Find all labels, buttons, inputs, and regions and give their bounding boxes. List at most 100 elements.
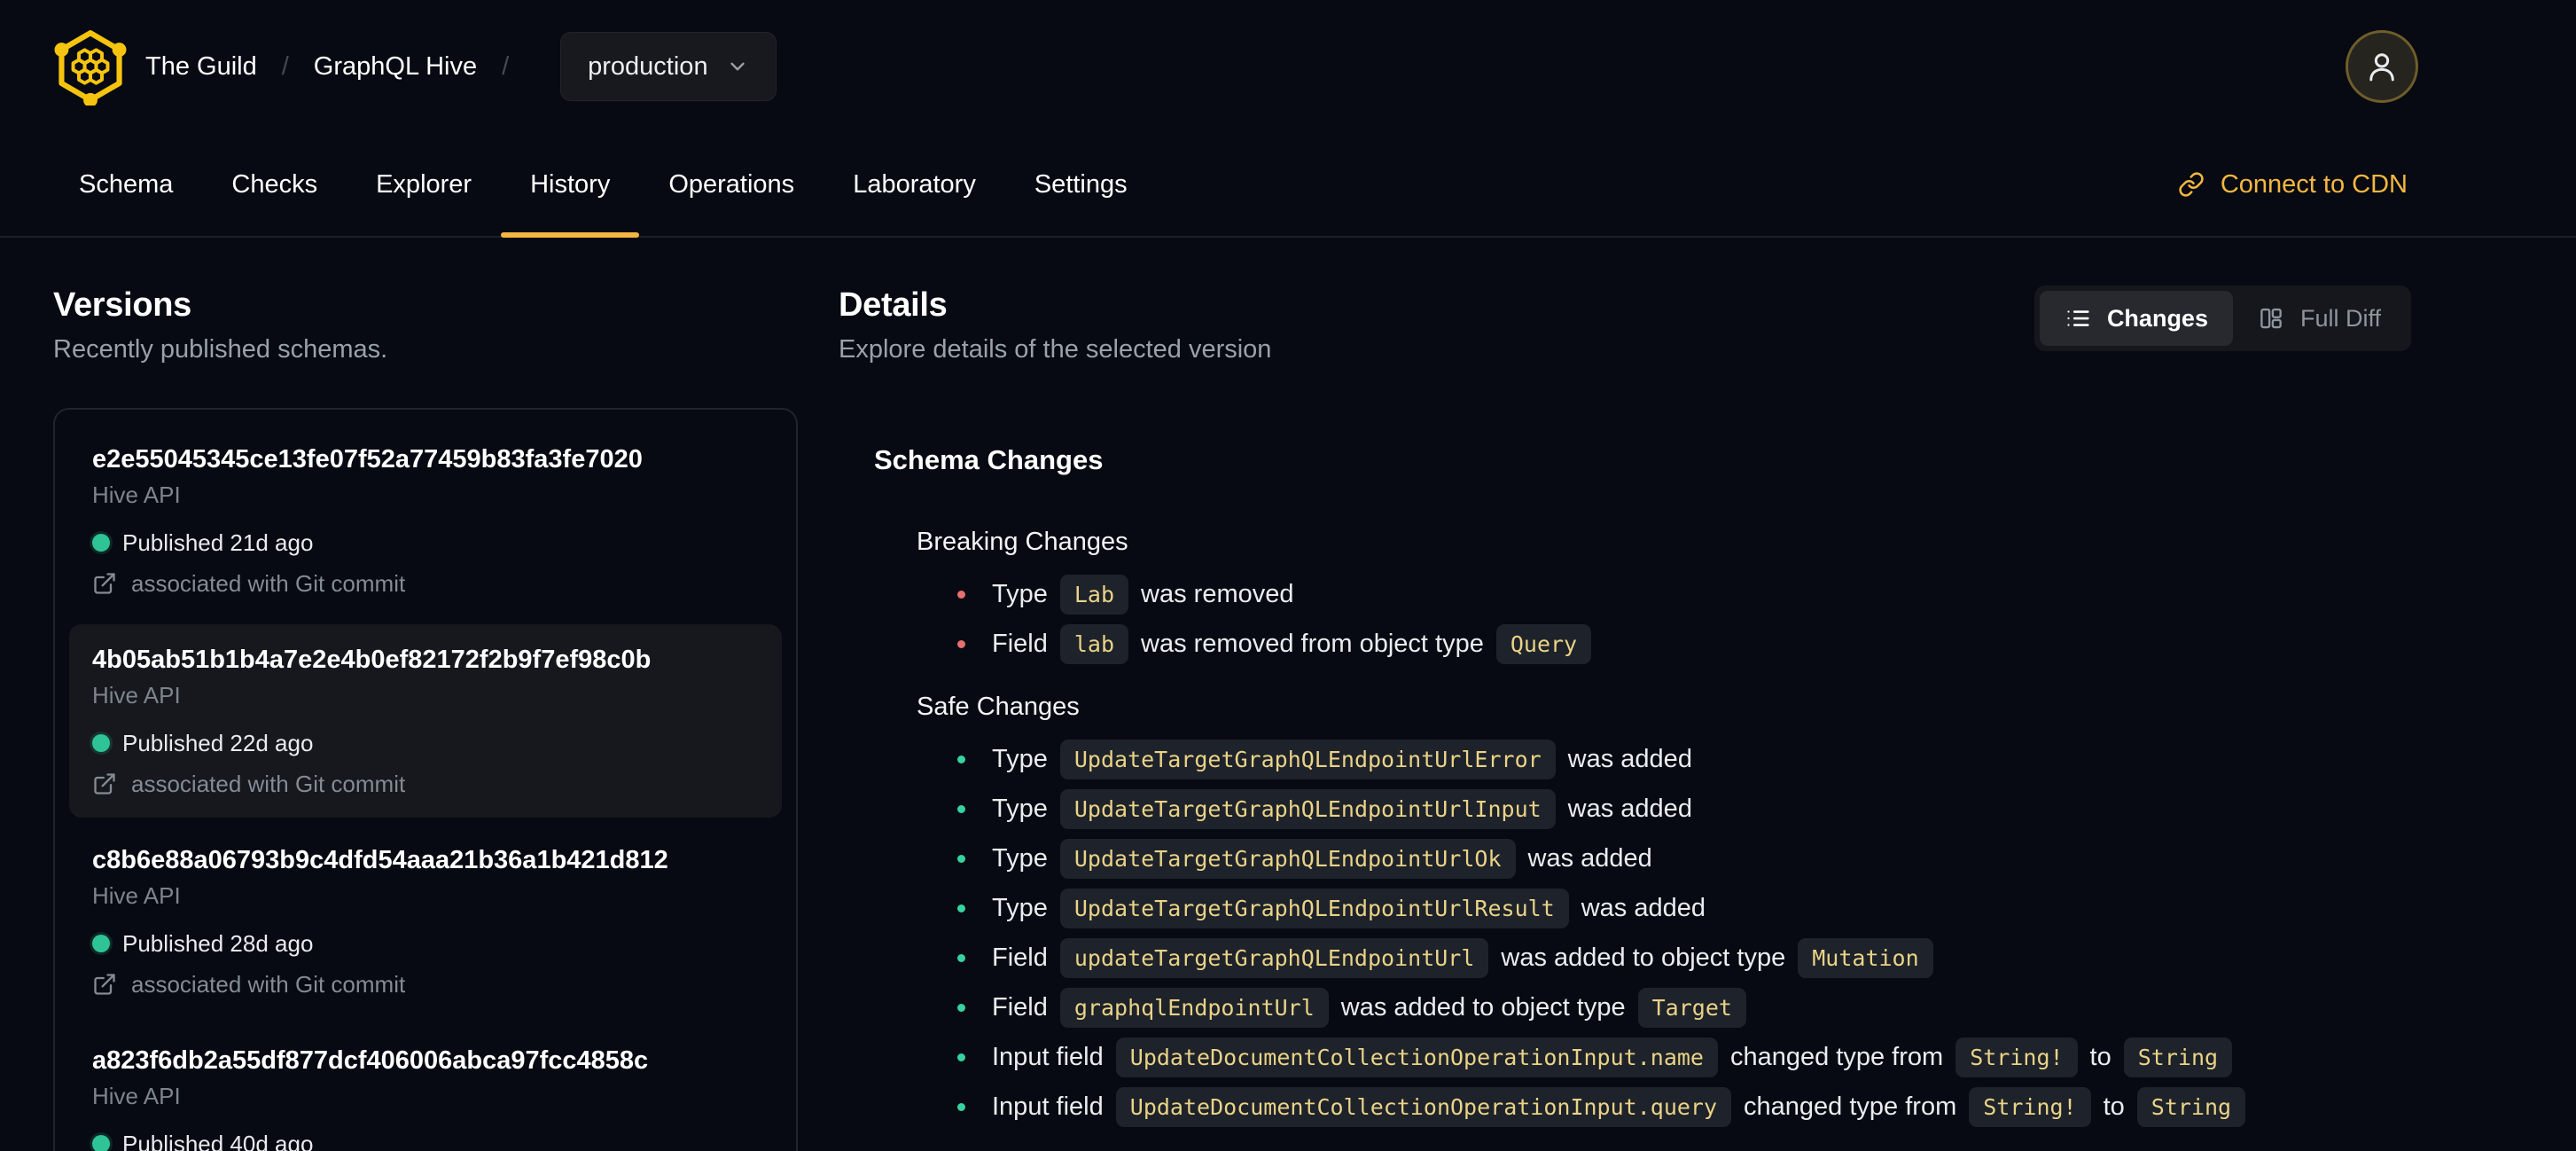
tab-history[interactable]: History	[501, 133, 640, 238]
breaking-changes-title: Breaking Changes	[917, 528, 1128, 556]
change-text: Input field	[992, 1092, 1104, 1121]
connect-to-cdn-button[interactable]: Connect to CDN	[2178, 133, 2408, 236]
change-text: was added	[1567, 794, 1692, 823]
changes-toggle-button[interactable]: Changes	[2039, 291, 2233, 346]
safe-bullet-icon	[957, 1003, 965, 1012]
breaking-bullet-icon	[957, 590, 965, 599]
published-dot-icon	[92, 734, 110, 752]
change-item-breaking: Field lab was removed from object type Quer…	[917, 621, 2411, 667]
version-git-link[interactable]: associated with Git commit	[92, 972, 759, 997]
change-code-chip: UpdateTargetGraphQLEndpointUrlError	[1059, 739, 1556, 779]
change-text: Field	[992, 992, 1048, 1022]
details-subtitle: Explore details of the selected version	[839, 335, 1272, 364]
versions-panel: Versions Recently published schemas. e2e…	[53, 238, 798, 1151]
safe-changes-title: Safe Changes	[917, 693, 1080, 721]
change-text: changed type from	[1744, 1092, 1957, 1121]
tab-checks[interactable]: Checks	[202, 133, 347, 236]
change-code-chip: UpdateTargetGraphQLEndpointUrlResult	[1059, 888, 1569, 928]
tab-schema[interactable]: Schema	[50, 133, 202, 236]
change-text: was added	[1527, 843, 1652, 873]
change-item-safe: Field graphqlEndpointUrl was added to obje…	[917, 984, 2411, 1030]
version-hash: a823f6db2a55df877dcf406006abca97fcc4858c	[92, 1046, 649, 1075]
safe-bullet-icon	[957, 1102, 965, 1111]
tabs-row: Schema Checks Explorer History Operations Lab…	[0, 133, 2576, 238]
change-code-chip: String!	[1955, 1037, 2078, 1077]
safe-changes-section: Safe Changes Type UpdateTargetGraphQLEndp…	[917, 692, 2411, 1130]
breadcrumb-org[interactable]: The Guild	[145, 52, 257, 82]
version-status: Published 21d ago	[92, 530, 759, 555]
hive-history-page: The Guild / GraphQL Hive / production Sc…	[0, 0, 2576, 1151]
change-code-chip: String	[2136, 1086, 2246, 1127]
version-card[interactable]: e2e55045345ce13fe07f52a77459b83fa3fe7020…	[69, 424, 782, 617]
target-selector-value: production	[588, 51, 708, 81]
version-service: Hive API	[92, 882, 181, 909]
view-toggle: Changes Full Diff	[2033, 286, 2411, 351]
safe-bullet-icon	[957, 953, 965, 962]
breaking-changes-section: Breaking Changes Type Lab was removed Field…	[917, 527, 2411, 667]
version-card[interactable]: a823f6db2a55df877dcf406006abca97fcc4858c…	[69, 1025, 782, 1151]
published-dot-icon	[92, 1135, 110, 1151]
change-code-chip: UpdateDocumentCollectionOperationInput.q…	[1115, 1086, 1732, 1127]
schema-changes-title: Schema Changes	[874, 444, 1104, 475]
safe-bullet-icon	[957, 904, 965, 912]
version-git-link[interactable]: associated with Git commit	[92, 771, 759, 796]
change-code-chip: Lab	[1059, 574, 1129, 615]
change-text: was removed	[1141, 579, 1294, 608]
change-text: to	[2089, 1042, 2112, 1071]
change-text: Type	[992, 579, 1048, 608]
target-selector[interactable]: production	[560, 32, 777, 101]
change-item-safe: Type UpdateTargetGraphQLEndpointUrlError w…	[917, 736, 2411, 782]
version-status: Published 28d ago	[92, 931, 759, 956]
full-diff-toggle-button[interactable]: Full Diff	[2233, 291, 2406, 346]
change-item-safe: Type UpdateTargetGraphQLEndpointUrlOk was …	[917, 835, 2411, 881]
change-code-chip: String	[2123, 1037, 2233, 1077]
published-dot-icon	[92, 935, 110, 952]
tab-laboratory[interactable]: Laboratory	[824, 133, 1005, 236]
external-link-icon	[94, 573, 115, 594]
main-content: Versions Recently published schemas. e2e…	[0, 238, 2576, 1151]
safe-bullet-icon	[957, 755, 965, 763]
version-hash: 4b05ab51b1b4a7e2e4b0ef82172f2b9f7ef98c0b	[92, 646, 652, 674]
breadcrumb-project[interactable]: GraphQL Hive	[314, 52, 477, 82]
versions-title: Versions	[53, 286, 192, 324]
version-list: e2e55045345ce13fe07f52a77459b83fa3fe7020…	[53, 408, 798, 1151]
hive-logo-icon[interactable]	[51, 27, 129, 106]
change-text: was added to object type	[1340, 992, 1626, 1022]
tab-explorer[interactable]: Explorer	[347, 133, 501, 236]
link-icon	[2179, 172, 2204, 197]
change-text: Field	[992, 629, 1048, 658]
version-service: Hive API	[92, 682, 181, 709]
change-code-chip: graphqlEndpointUrl	[1059, 987, 1329, 1028]
change-text: Input field	[992, 1042, 1104, 1071]
breaking-changes-list: Type Lab was removed Field lab was removed fr…	[917, 571, 2411, 667]
safe-bullet-icon	[957, 854, 965, 863]
chevron-down-icon	[730, 62, 745, 71]
details-heading-block: Details Explore details of the selected …	[839, 238, 1271, 365]
person-icon	[2369, 53, 2394, 82]
change-code-chip: UpdateTargetGraphQLEndpointUrlOk	[1059, 838, 1516, 879]
change-text: was added	[1567, 744, 1692, 773]
external-link-icon	[94, 974, 115, 995]
change-text: Type	[992, 843, 1048, 873]
breadcrumb-separator: /	[502, 51, 510, 81]
change-text: was added to object type	[1501, 943, 1786, 972]
tab-operations[interactable]: Operations	[639, 133, 824, 236]
change-item-safe: Input field UpdateDocumentCollectionOpera…	[917, 1034, 2411, 1080]
safe-bullet-icon	[957, 804, 965, 813]
change-item-safe: Field updateTargetGraphQLEndpointUrl was a…	[917, 935, 2411, 981]
version-hash: e2e55045345ce13fe07f52a77459b83fa3fe7020	[92, 445, 643, 474]
columns-icon	[2260, 308, 2282, 329]
change-item-safe: Type UpdateTargetGraphQLEndpointUrlResult…	[917, 885, 2411, 931]
version-status: Published 40d ago	[92, 1131, 759, 1151]
version-card[interactable]: c8b6e88a06793b9c4dfd54aaa21b36a1b421d812…	[69, 825, 782, 1018]
version-git-link[interactable]: associated with Git commit	[92, 571, 759, 596]
change-code-chip: String!	[1969, 1086, 2091, 1127]
schema-changes: Schema Changes Breaking Changes Type Lab w…	[874, 443, 2411, 1130]
user-avatar[interactable]	[2346, 30, 2418, 103]
breaking-bullet-icon	[957, 639, 965, 648]
breadcrumb: The Guild / GraphQL Hive / production	[51, 27, 2346, 106]
change-code-chip: UpdateTargetGraphQLEndpointUrlInput	[1059, 788, 1556, 829]
tab-settings[interactable]: Settings	[1005, 133, 1157, 236]
version-card[interactable]: 4b05ab51b1b4a7e2e4b0ef82172f2b9f7ef98c0b…	[69, 624, 782, 818]
change-code-chip: Mutation	[1798, 937, 1933, 978]
